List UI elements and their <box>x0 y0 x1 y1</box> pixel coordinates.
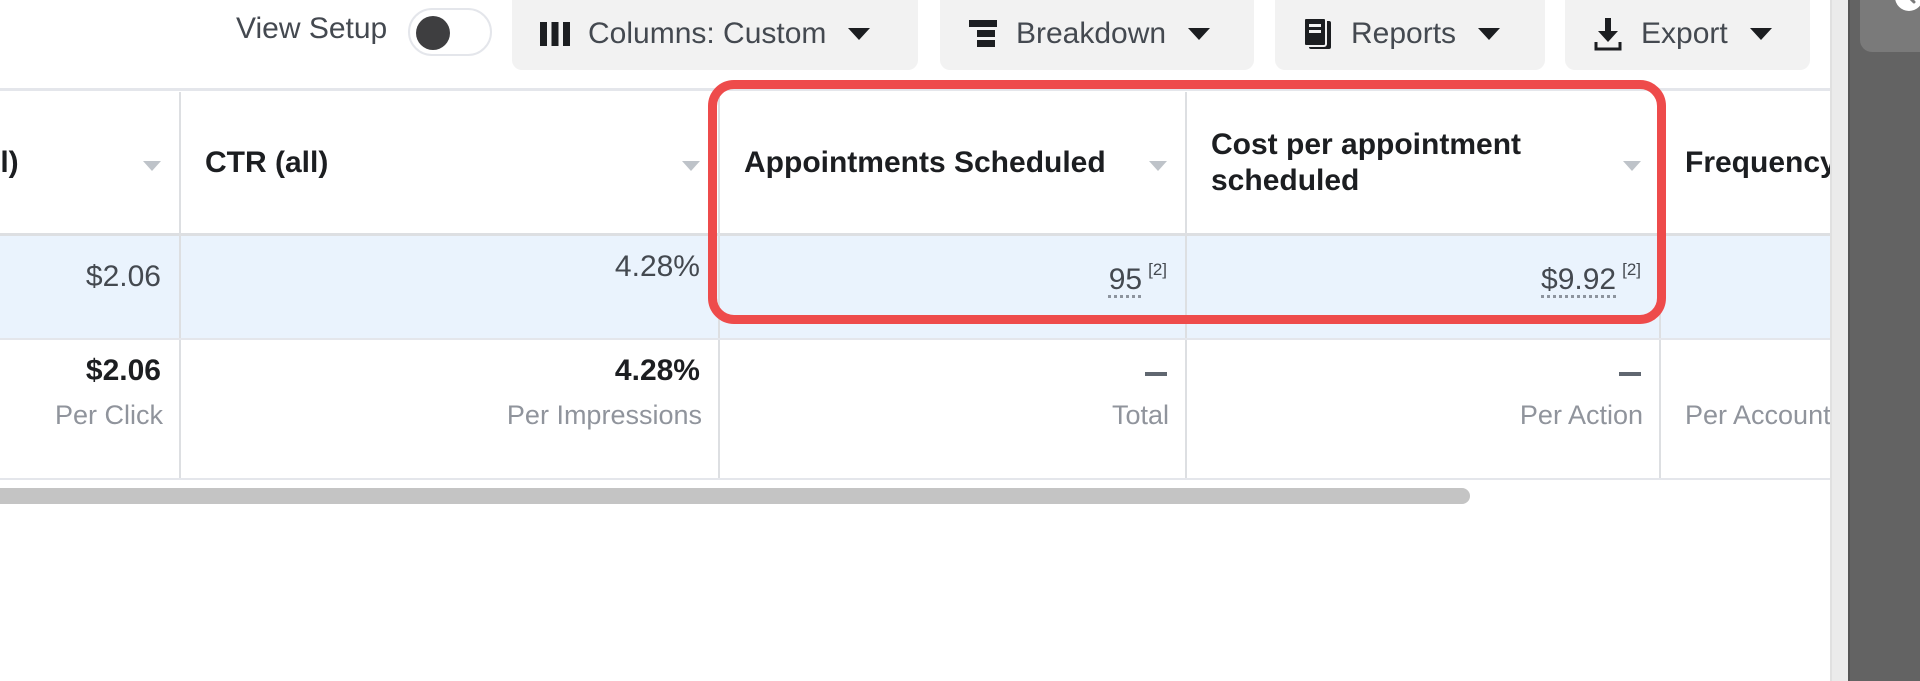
reports-button[interactable]: Reports <box>1275 0 1545 70</box>
table-top-border <box>0 88 1830 91</box>
cell-appointments-scheduled: 95 [2] <box>720 236 1187 338</box>
horizontal-scrollbar-thumb[interactable] <box>0 488 1470 504</box>
empty-value-dash <box>1619 372 1641 376</box>
column-header-label: Appointments Scheduled <box>744 145 1106 179</box>
cell-value: 95 [2] <box>1109 260 1167 297</box>
cell-value: $2.06 <box>85 260 161 293</box>
total-appointments-scheduled: Total <box>720 340 1187 478</box>
view-setup-label: View Setup <box>236 12 388 45</box>
column-header-ctr[interactable]: CTR (all) <box>181 92 720 233</box>
column-header-label: CTR (all) <box>205 145 329 179</box>
chevron-down-icon <box>848 28 871 40</box>
reports-icon <box>1299 17 1337 51</box>
cell-ctr: 4.28% <box>181 236 720 338</box>
cell-frequency <box>1661 236 1830 338</box>
chevron-down-icon <box>1478 28 1501 40</box>
breakdown-icon <box>964 17 1002 51</box>
total-cost-per-appointment: Per Action <box>1187 340 1661 478</box>
cell-cpc: $2.06 <box>0 236 181 338</box>
export-button-label: Export <box>1641 17 1728 50</box>
cost-per-appointment-value[interactable]: $9.92 <box>1541 263 1616 296</box>
history-button[interactable] <box>1860 0 1920 52</box>
totals-row: $2.06 Per Click 4.28% Per Impressions To… <box>0 340 1831 480</box>
columns-icon <box>536 17 574 51</box>
chevron-down-icon <box>1749 28 1772 40</box>
column-header-frequency[interactable]: Frequency <box>1661 92 1837 233</box>
column-header-cost-per-appointment[interactable]: Cost per appointment scheduled <box>1187 92 1661 233</box>
appointments-value[interactable]: 95 <box>1109 263 1142 296</box>
report-toolbar: View Setup Columns: Custom Breakdown Rep… <box>0 0 1830 72</box>
total-ctr: 4.28% Per Impressions <box>181 340 720 478</box>
sort-arrow-icon[interactable] <box>682 160 700 171</box>
total-sublabel: Per Impressions <box>506 400 702 430</box>
sort-arrow-icon[interactable] <box>143 160 161 171</box>
view-setup-toggle[interactable] <box>408 8 492 56</box>
cell-value: 4.28% <box>614 250 700 283</box>
column-header-cpc[interactable]: ll) <box>0 92 181 233</box>
chevron-down-icon <box>1188 28 1211 40</box>
table-row[interactable]: $2.06 4.28% 95 [2] $9.92 [2] <box>0 236 1830 340</box>
cell-cost-per-appointment: $9.92 [2] <box>1187 236 1661 338</box>
column-header-appointments-scheduled[interactable]: Appointments Scheduled <box>720 92 1187 233</box>
total-sublabel: Per Account <box>1685 400 1831 430</box>
total-frequency: Per Account <box>1661 340 1831 478</box>
total-sublabel: Per Click <box>54 400 163 430</box>
table-header-row: ll) CTR (all) Appointments Scheduled Cos… <box>0 92 1837 236</box>
total-value: $2.06 <box>85 354 161 387</box>
vertical-scrollbar[interactable] <box>1830 0 1848 681</box>
sort-arrow-icon[interactable] <box>1149 160 1167 171</box>
breakdown-button-label: Breakdown <box>1016 17 1167 50</box>
column-header-label: ll) <box>0 145 19 179</box>
column-header-label: Cost per appointment scheduled <box>1211 127 1522 197</box>
download-icon <box>1589 17 1627 51</box>
footnote-marker: [2] <box>1622 260 1641 279</box>
cell-value: $9.92 [2] <box>1541 260 1641 297</box>
export-button[interactable]: Export <box>1565 0 1810 70</box>
side-panel <box>1848 0 1920 681</box>
total-sublabel: Total <box>1111 400 1169 430</box>
column-header-label: Frequency <box>1685 145 1837 179</box>
toggle-knob <box>416 16 450 50</box>
clock-icon <box>1895 0 1920 11</box>
sort-arrow-icon[interactable] <box>1623 160 1641 171</box>
columns-button[interactable]: Columns: Custom <box>512 0 918 70</box>
empty-value-dash <box>1145 372 1167 376</box>
reports-button-label: Reports <box>1351 17 1457 50</box>
total-value: 4.28% <box>614 354 700 387</box>
footnote-marker: [2] <box>1148 260 1167 279</box>
total-sublabel: Per Action <box>1519 400 1643 430</box>
breakdown-button[interactable]: Breakdown <box>940 0 1254 70</box>
columns-button-label: Columns: Custom <box>588 17 827 50</box>
total-cpc: $2.06 Per Click <box>0 340 181 478</box>
